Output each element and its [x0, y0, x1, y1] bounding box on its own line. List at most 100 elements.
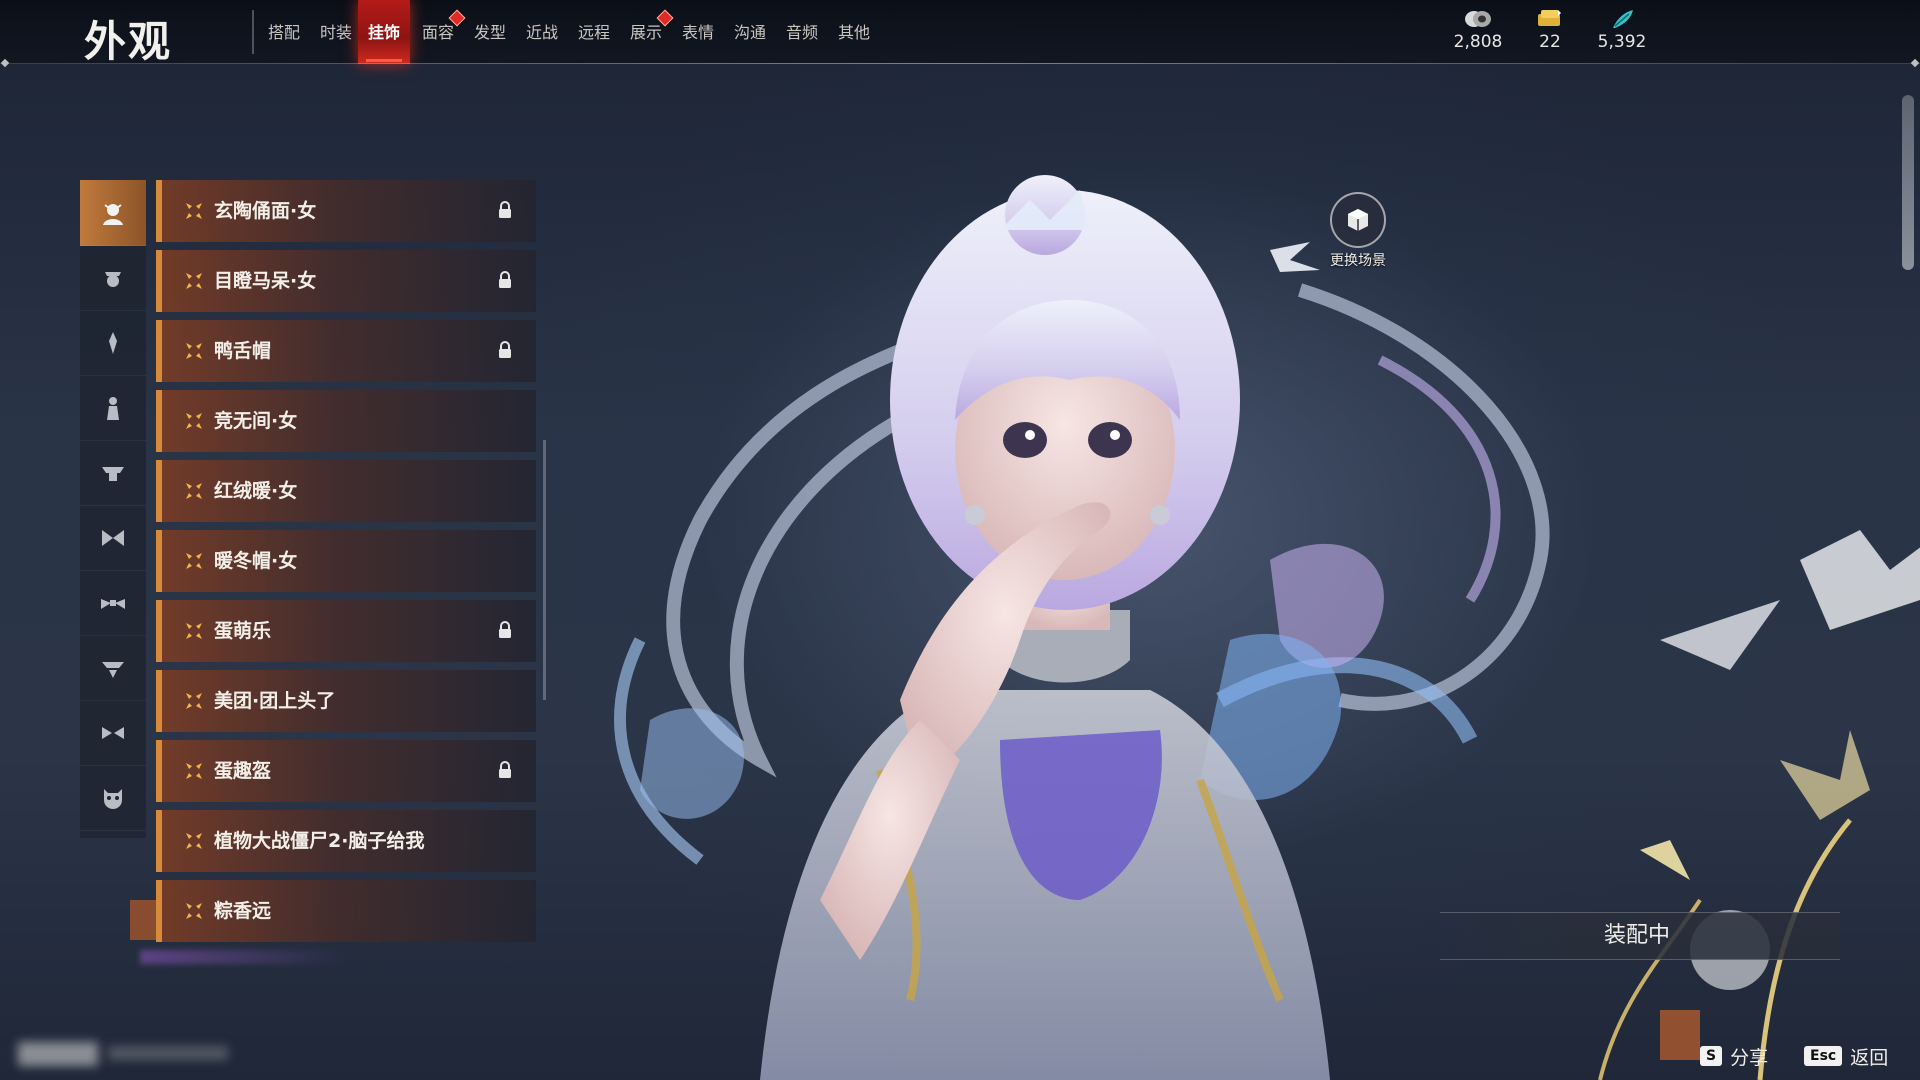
- accessory-item-label: 粽香远: [214, 900, 272, 922]
- top-bar: 外观 搭配 时装 挂饰 面容 发型 近战 远程 展示 表情 沟通 音频 其他 2: [0, 0, 1920, 66]
- share-key: S: [1700, 1046, 1723, 1066]
- blurred-player-info: [108, 1046, 228, 1060]
- appearance-screen: 外观 搭配 时装 挂饰 面容 发型 近战 远程 展示 表情 沟通 音频 其他 2: [0, 0, 1920, 1080]
- cape-icon: [102, 661, 124, 678]
- list-scrollbar[interactable]: [543, 440, 546, 700]
- accessory-item[interactable]: 目瞪马呆·女: [156, 250, 536, 312]
- hair-ornament-icon: [109, 331, 117, 354]
- quality-mark-icon: [186, 693, 202, 709]
- accessory-item[interactable]: 红绒暖·女: [156, 460, 536, 522]
- accessory-category-rail: [80, 180, 146, 838]
- waist-icon: [102, 466, 124, 481]
- accessory-item-label: 暖冬帽·女: [214, 550, 298, 572]
- share-hint[interactable]: S 分享: [1700, 1043, 1768, 1069]
- accessory-item[interactable]: 蛋萌乐: [156, 600, 536, 662]
- back-ornament-icon: [107, 396, 119, 420]
- feather-icon: [1613, 10, 1633, 28]
- accessory-item-label: 目瞪马呆·女: [214, 270, 317, 292]
- lock-icon: [499, 271, 511, 288]
- quality-mark-icon: [186, 203, 202, 219]
- equipped-label: 装配中: [1604, 923, 1671, 948]
- accessory-item[interactable]: 蛋趣盔: [156, 740, 536, 802]
- quality-mark-icon: [186, 553, 202, 569]
- accessory-item[interactable]: 美团·团上头了: [156, 670, 536, 732]
- tab-audio[interactable]: 音频: [776, 0, 828, 64]
- lock-icon: [499, 341, 511, 358]
- accessory-list: 玄陶俑面·女 目瞪马呆·女 鸭舌帽竞无间·女红绒暖·女暖冬帽·女蛋萌乐美团·团上头了…: [156, 180, 536, 952]
- currency-tickets: 22: [1510, 8, 1590, 52]
- category-wing[interactable]: [80, 570, 146, 636]
- quality-mark-icon: [186, 623, 202, 639]
- quality-mark-icon: [186, 903, 202, 919]
- cube-icon: [1348, 209, 1368, 231]
- tab-outfit[interactable]: 搭配: [258, 0, 310, 64]
- demon-mask-icon: [104, 788, 122, 809]
- accessory-item-label: 玄陶俑面·女: [214, 200, 317, 222]
- share-label: 分享: [1730, 1046, 1769, 1069]
- blurred-player-id: [18, 1042, 98, 1066]
- accessory-item-label: 植物大战僵尸2·脑子给我: [214, 830, 425, 852]
- accessory-item-label: 美团·团上头了: [214, 690, 336, 712]
- esc-key: Esc: [1804, 1046, 1843, 1066]
- accessory-item-label: 鸭舌帽: [214, 340, 272, 362]
- currency-coins-value: 2,808: [1453, 32, 1503, 52]
- tab-emote[interactable]: 表情: [672, 0, 724, 64]
- mask-head-icon: [103, 203, 123, 225]
- accessory-item[interactable]: 鸭舌帽: [156, 320, 536, 382]
- quality-mark-icon: [186, 833, 202, 849]
- accessory-item-label: 竞无间·女: [214, 410, 298, 432]
- wing-icon: [101, 598, 125, 609]
- category-cape[interactable]: [80, 635, 146, 701]
- accessory-item[interactable]: 玄陶俑面·女: [156, 180, 536, 242]
- tab-accessory[interactable]: 挂饰: [358, 0, 410, 64]
- tab-fashion[interactable]: 时装: [310, 0, 362, 64]
- lock-icon: [499, 201, 511, 218]
- ticket-icon: [1538, 10, 1561, 26]
- change-scene-button[interactable]: [1330, 192, 1386, 248]
- quality-mark-icon: [186, 483, 202, 499]
- category-mask-head[interactable]: [80, 180, 146, 246]
- coin-stack-icon: [1465, 11, 1491, 27]
- tab-communication[interactable]: 沟通: [724, 0, 776, 64]
- currency-feathers: 5,392: [1582, 8, 1662, 52]
- lock-icon: [499, 621, 511, 638]
- ribbon-icon: [102, 726, 124, 739]
- accessory-item[interactable]: 暖冬帽·女: [156, 530, 536, 592]
- scroll-indicator: [1902, 95, 1914, 270]
- category-hair-ornament[interactable]: [80, 310, 146, 376]
- accessory-item[interactable]: 竞无间·女: [156, 390, 536, 452]
- face-accessory-icon: [105, 271, 121, 287]
- accessory-item-label: 蛋趣盔: [214, 760, 272, 782]
- tab-melee[interactable]: 近战: [516, 0, 568, 64]
- list-fade: [140, 950, 350, 964]
- tab-ranged[interactable]: 远程: [568, 0, 620, 64]
- currency-tickets-value: 22: [1539, 32, 1561, 52]
- change-scene-label: 更换场景: [1330, 253, 1386, 269]
- quality-mark-icon: [186, 273, 202, 289]
- category-back-ornament[interactable]: [80, 375, 146, 441]
- accessory-item-label: 红绒暖·女: [214, 480, 298, 502]
- quality-mark-icon: [186, 343, 202, 359]
- top-divider: [0, 63, 1920, 64]
- category-demon-mask[interactable]: [80, 765, 146, 831]
- currency-coins: 2,808: [1438, 8, 1518, 52]
- accessory-item-label: 蛋萌乐: [214, 620, 272, 642]
- quality-mark-icon: [186, 763, 202, 779]
- lock-icon: [499, 761, 511, 778]
- category-ribbon[interactable]: [80, 700, 146, 766]
- bow-icon: [102, 529, 124, 546]
- category-bow[interactable]: [80, 505, 146, 571]
- accessory-item[interactable]: 植物大战僵尸2·脑子给我: [156, 810, 536, 872]
- category-waist[interactable]: [80, 440, 146, 506]
- back-hint[interactable]: Esc 返回: [1804, 1043, 1888, 1069]
- back-label: 返回: [1850, 1046, 1889, 1069]
- tab-other[interactable]: 其他: [828, 0, 880, 64]
- category-face-accessory[interactable]: [80, 245, 146, 311]
- equipped-status: 装配中: [1440, 912, 1840, 960]
- page-title: 外观: [84, 17, 173, 66]
- currency-feathers-value: 5,392: [1597, 32, 1647, 52]
- quality-mark-icon: [186, 413, 202, 429]
- title-divider: [252, 10, 254, 54]
- tab-hairstyle[interactable]: 发型: [464, 0, 516, 64]
- accessory-item[interactable]: 粽香远: [156, 880, 536, 942]
